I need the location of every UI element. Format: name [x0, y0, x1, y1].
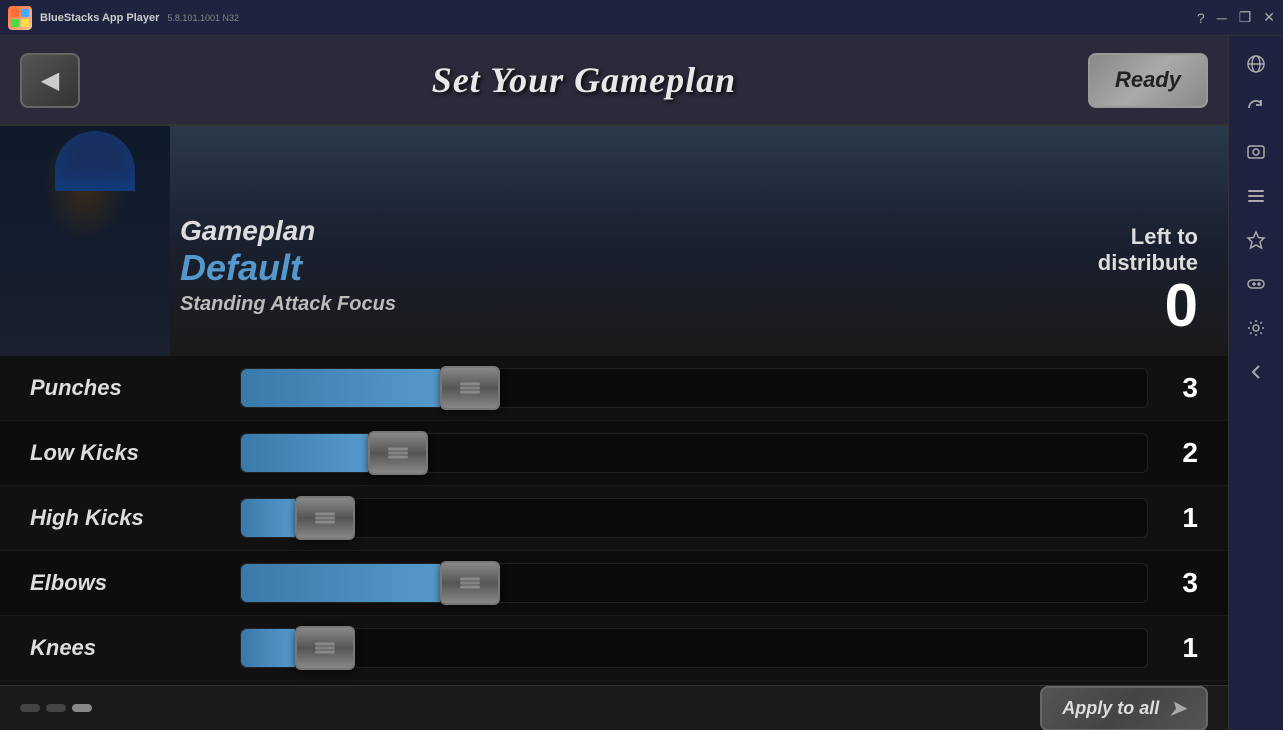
ready-button[interactable]: Ready — [1088, 53, 1208, 108]
slider-label: High Kicks — [30, 505, 230, 531]
apply-to-all-button[interactable]: Apply to all ➤ — [1040, 686, 1208, 730]
slider-row: Low Kicks 2 — [0, 421, 1228, 486]
sidebar-icon-controller[interactable] — [1238, 266, 1274, 302]
minimize-icon[interactable]: ─ — [1217, 10, 1227, 26]
restore-icon[interactable]: ❐ — [1239, 9, 1252, 26]
sidebar-icon-back[interactable] — [1238, 354, 1274, 390]
sidebar-icon-star[interactable] — [1238, 222, 1274, 258]
slider-label: Elbows — [30, 570, 230, 596]
window-controls: ? ─ ❐ ✕ — [1197, 9, 1275, 26]
apply-arrow-icon: ➤ — [1169, 696, 1186, 721]
sidebar-icon-globe[interactable] — [1238, 46, 1274, 82]
slider-value: 1 — [1158, 632, 1198, 664]
slider-fill — [241, 434, 368, 472]
dot-indicator[interactable] — [46, 704, 66, 712]
app-logo — [8, 6, 32, 30]
sidebar-icon-settings[interactable] — [1238, 310, 1274, 346]
game-header: ◀ Set Your Gameplan Ready — [0, 36, 1228, 126]
character-image — [0, 126, 170, 356]
slider-fill — [241, 629, 295, 667]
back-button[interactable]: ◀ — [20, 53, 80, 108]
bottom-bar: Apply to all ➤ — [0, 685, 1228, 730]
slider-track[interactable] — [240, 628, 1148, 668]
slider-track[interactable] — [240, 433, 1148, 473]
slider-row: Elbows 3 — [0, 551, 1228, 616]
gameplan-prefix: Gameplan — [180, 215, 396, 247]
attack-focus-label: Standing Attack Focus — [180, 293, 396, 316]
app-version: 5.8.101.1001 N32 — [167, 13, 239, 23]
page-title: Set Your Gameplan — [432, 59, 736, 101]
slider-handle[interactable] — [368, 431, 428, 475]
sidebar-icon-menu[interactable] — [1238, 178, 1274, 214]
help-icon[interactable]: ? — [1197, 10, 1205, 26]
right-sidebar — [1228, 36, 1283, 730]
slider-handle[interactable] — [295, 496, 355, 540]
gameplan-name: Default — [180, 247, 396, 289]
distribute-panel: Left todistribute 0 — [1098, 224, 1198, 336]
dot-indicators — [20, 704, 92, 712]
slider-track[interactable] — [240, 563, 1148, 603]
slider-handle[interactable] — [440, 366, 500, 410]
slider-value: 3 — [1158, 567, 1198, 599]
close-icon[interactable]: ✕ — [1263, 9, 1275, 26]
main-container: ◀ Set Your Gameplan Ready Gameplan Defau… — [0, 36, 1283, 730]
slider-value: 1 — [1158, 502, 1198, 534]
slider-track[interactable] — [240, 498, 1148, 538]
title-bar: BlueStacks App Player 5.8.101.1001 N32 ?… — [0, 0, 1283, 36]
slider-fill — [241, 499, 295, 537]
slider-label: Punches — [30, 375, 230, 401]
dot-indicator[interactable] — [20, 704, 40, 712]
slider-row: Knees 1 — [0, 616, 1228, 681]
slider-label: Low Kicks — [30, 440, 230, 466]
sidebar-icon-screenshot[interactable] — [1238, 134, 1274, 170]
slider-label: Knees — [30, 635, 230, 661]
slider-handle[interactable] — [295, 626, 355, 670]
slider-value: 3 — [1158, 372, 1198, 404]
slider-fill — [241, 564, 440, 602]
slider-handle[interactable] — [440, 561, 500, 605]
sliders-section: Punches 3 Low Kicks 2 High Kicks 1 Elbows 3 Knee… — [0, 356, 1228, 685]
slider-value: 2 — [1158, 437, 1198, 469]
slider-row: Punches 3 — [0, 356, 1228, 421]
game-area: ◀ Set Your Gameplan Ready Gameplan Defau… — [0, 36, 1228, 730]
distribute-label: Left todistribute — [1098, 224, 1198, 276]
character-panel: Gameplan Default Standing Attack Focus L… — [0, 126, 1228, 356]
distribute-value: 0 — [1098, 276, 1198, 336]
gameplan-info: Gameplan Default Standing Attack Focus — [180, 215, 396, 316]
slider-track[interactable] — [240, 368, 1148, 408]
sidebar-icon-refresh[interactable] — [1238, 90, 1274, 126]
slider-fill — [241, 369, 440, 407]
slider-row: High Kicks 1 — [0, 486, 1228, 551]
dot-indicator[interactable] — [72, 704, 92, 712]
app-name: BlueStacks App Player — [40, 12, 159, 24]
apply-all-label: Apply to all — [1062, 698, 1159, 719]
